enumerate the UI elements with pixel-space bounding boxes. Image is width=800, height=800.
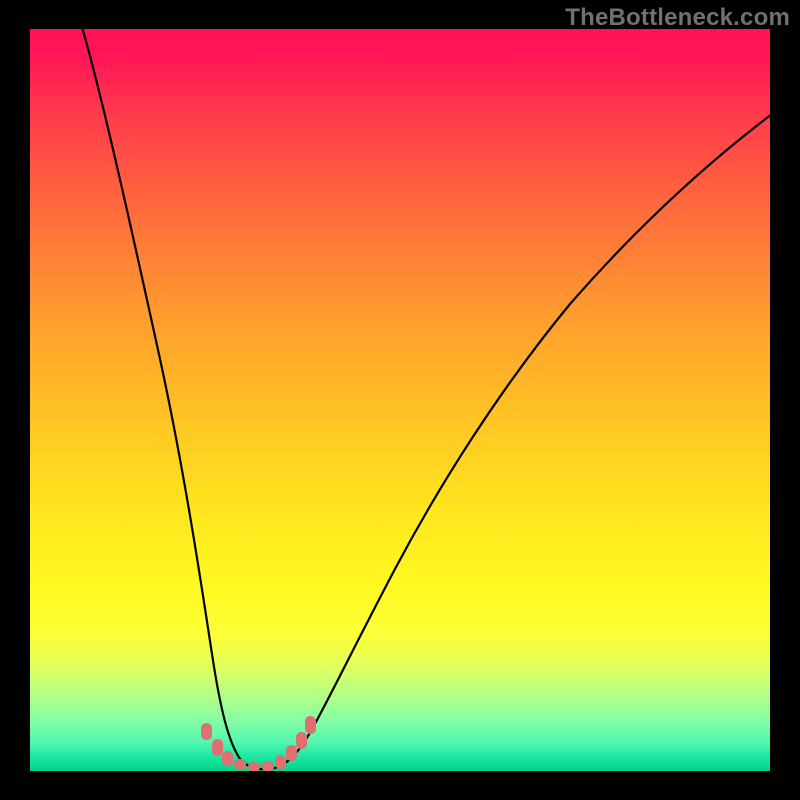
watermark-text: TheBottleneck.com [565, 4, 790, 32]
marker-dot [222, 751, 233, 766]
curve-layer [30, 29, 770, 771]
marker-dot [275, 755, 286, 769]
chart-stage: TheBottleneck.com [0, 0, 800, 800]
marker-dot [262, 761, 274, 771]
plot-area [30, 29, 770, 771]
marker-dot [286, 745, 297, 761]
marker-dot [234, 759, 246, 770]
marker-dot [201, 723, 212, 740]
marker-dot [248, 762, 260, 771]
marker-dot [212, 739, 223, 756]
main-curve [82, 29, 770, 769]
marker-group [201, 716, 316, 771]
marker-dot [296, 732, 307, 749]
marker-dot [305, 716, 316, 734]
